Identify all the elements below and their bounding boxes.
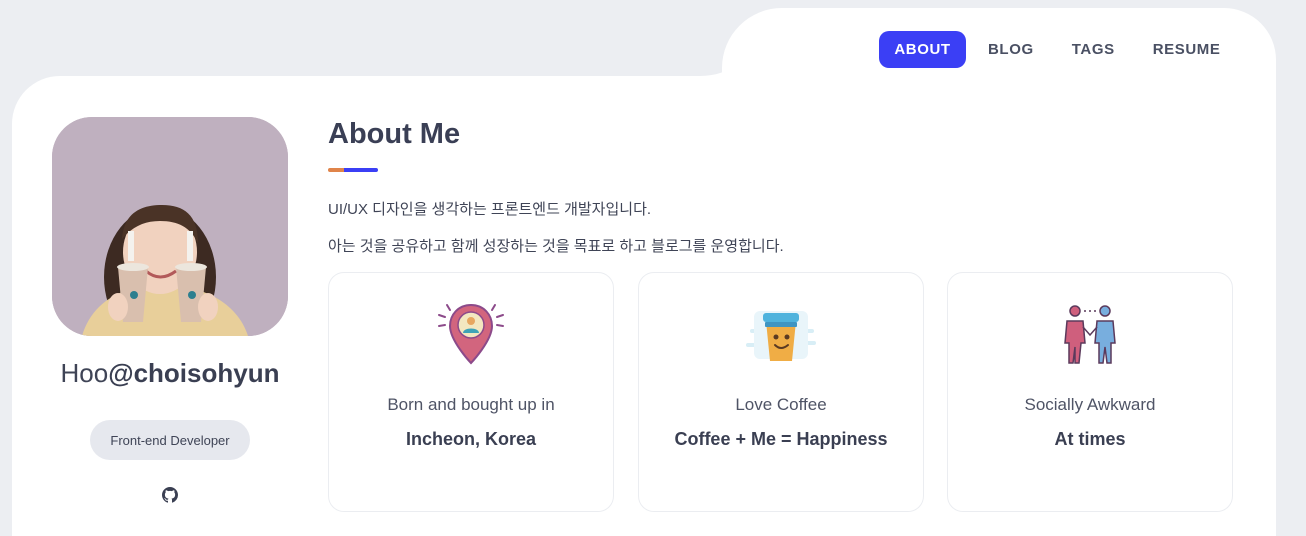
people-handshake-icon [1064, 305, 1116, 364]
feature-card-coffee: Love Coffee Coffee + Me = Happiness [638, 272, 924, 512]
nav-blog[interactable]: BLOG [988, 31, 1034, 68]
feature-caption: Love Coffee [735, 395, 827, 414]
profile-photo [52, 117, 288, 336]
feature-card-hometown: Born and bought up in Incheon, Korea [328, 272, 614, 512]
feature-caption: Socially Awkward [1024, 395, 1156, 414]
location-pin-icon [438, 303, 504, 365]
underline-blue [344, 168, 378, 172]
main-nav: ABOUT BLOG TAGS RESUME [879, 31, 1220, 68]
nav-resume[interactable]: RESUME [1153, 31, 1221, 68]
underline-orange [328, 168, 344, 172]
feature-value: Incheon, Korea [405, 429, 537, 449]
title-underline [328, 168, 378, 172]
page-title: About Me [328, 118, 461, 150]
nav-about[interactable]: ABOUT [879, 31, 966, 68]
intro-line-2: 아는 것을 공유하고 함께 성장하는 것을 목표로 하고 블로그를 운영합니다. [328, 238, 784, 255]
feature-value: Coffee + Me = Happiness [674, 429, 888, 449]
feature-value: At times [1054, 429, 1126, 449]
avatar [52, 117, 288, 336]
coffee-cup-icon [746, 311, 816, 361]
nav-tags[interactable]: TAGS [1072, 31, 1115, 68]
handle-prefix: Hoo [60, 358, 109, 388]
feature-caption: Born and bought up in [387, 395, 555, 414]
nav-notch-curve [700, 8, 820, 78]
feature-card-social: Socially Awkward At times [947, 272, 1233, 512]
role-badge: Front-end Developer [90, 420, 250, 460]
github-icon[interactable] [162, 487, 178, 503]
profile-handle: Hoo@choisohyun [52, 358, 288, 389]
handle-name: @choisohyun [108, 358, 280, 388]
intro-line-1: UI/UX 디자인을 생각하는 프론트엔드 개발자입니다. [328, 201, 652, 218]
